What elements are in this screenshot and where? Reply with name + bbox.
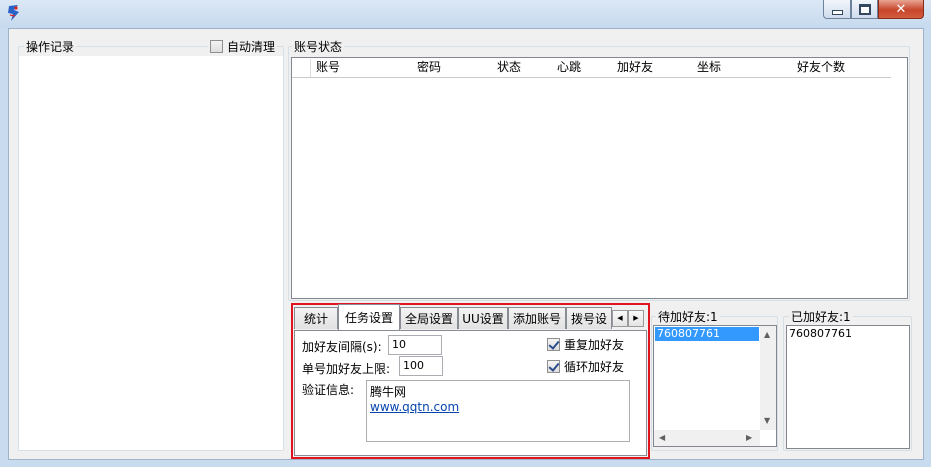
scroll-right-icon[interactable]: ▶ bbox=[746, 433, 752, 442]
arrow-left-icon: ◀ bbox=[617, 314, 623, 322]
minimize-button[interactable] bbox=[823, 0, 851, 19]
col-coordinate[interactable]: 坐标 bbox=[697, 58, 721, 76]
pending-item[interactable]: 760807761 bbox=[655, 327, 759, 341]
interval-label: 加好友间隔(s): bbox=[302, 340, 382, 354]
col-password[interactable]: 密码 bbox=[417, 58, 441, 76]
tab-strip: 统计 任务设置 全局设置 UU设置 添加账号 拨号设 ◀ ▶ bbox=[294, 304, 647, 331]
verify-link[interactable]: www.qqtn.com bbox=[370, 400, 626, 414]
pending-title: 待加好友:1 bbox=[656, 308, 720, 325]
loop-check-icon[interactable] bbox=[547, 360, 560, 373]
col-account[interactable]: 账号 bbox=[316, 58, 340, 76]
account-table[interactable]: 账号 密码 状态 心跳 加好友 坐标 好友个数 bbox=[291, 57, 908, 299]
repeat-add-checkbox[interactable]: 重复加好友 bbox=[547, 336, 624, 353]
col-heartbeat[interactable]: 心跳 bbox=[557, 58, 581, 76]
added-title: 已加好友:1 bbox=[789, 308, 853, 325]
repeat-add-label: 重复加好友 bbox=[564, 338, 625, 352]
repeat-check-icon[interactable] bbox=[547, 338, 560, 351]
interval-input[interactable]: 10 bbox=[388, 335, 442, 355]
close-icon: ✕ bbox=[895, 1, 907, 17]
window-title-bar[interactable] bbox=[0, 0, 931, 28]
verify-textarea[interactable]: 腾牛网 www.qqtn.com bbox=[366, 380, 630, 442]
tab-global-settings[interactable]: 全局设置 bbox=[400, 307, 458, 329]
tab-scroll-left-button[interactable]: ◀ bbox=[612, 310, 628, 327]
arrow-right-icon: ▶ bbox=[633, 314, 639, 322]
tab-scroll-right-button[interactable]: ▶ bbox=[628, 310, 644, 327]
scroll-up-icon[interactable]: ▲ bbox=[764, 330, 770, 339]
auto-clear-check-icon[interactable] bbox=[210, 39, 223, 53]
verify-label: 验证信息: bbox=[302, 383, 355, 397]
close-button[interactable]: ✕ bbox=[878, 0, 924, 19]
pending-hscrollbar[interactable]: ◀ ▶ bbox=[654, 430, 760, 446]
task-settings-panel: 加好友间隔(s): 10 单号加好友上限: 100 重复加好友 循环加好友 验证… bbox=[294, 330, 647, 456]
tab-statistics[interactable]: 统计 bbox=[294, 307, 338, 329]
scroll-left-icon[interactable]: ◀ bbox=[659, 433, 665, 442]
maximize-button[interactable] bbox=[851, 0, 878, 19]
pending-list[interactable]: 760807761 ▲ ▼ ◀ ▶ bbox=[653, 325, 777, 447]
loop-add-checkbox[interactable]: 循环加好友 bbox=[547, 358, 624, 375]
tab-task-settings[interactable]: 任务设置 bbox=[338, 304, 400, 330]
loop-add-label: 循环加好友 bbox=[564, 360, 625, 374]
scroll-down-icon[interactable]: ▼ bbox=[764, 416, 770, 425]
operation-log-list[interactable] bbox=[19, 56, 283, 450]
added-item[interactable]: 760807761 bbox=[789, 327, 852, 341]
tab-add-account[interactable]: 添加账号 bbox=[508, 307, 566, 329]
col-status[interactable]: 状态 bbox=[497, 58, 521, 76]
account-status-title: 账号状态 bbox=[292, 38, 345, 55]
col-add-friend[interactable]: 加好友 bbox=[617, 58, 653, 76]
added-list[interactable]: 760807761 bbox=[786, 325, 910, 449]
col-friend-count[interactable]: 好友个数 bbox=[797, 58, 845, 76]
auto-clear-checkbox[interactable]: 自动清理 bbox=[208, 38, 278, 54]
verify-line-1: 腾牛网 bbox=[370, 385, 407, 399]
auto-clear-label: 自动清理 bbox=[227, 39, 276, 54]
pending-vscrollbar[interactable]: ▲ ▼ bbox=[760, 326, 776, 430]
tab-dial-settings[interactable]: 拨号设 bbox=[566, 307, 612, 329]
account-table-header: 账号 密码 状态 心跳 加好友 坐标 好友个数 bbox=[292, 58, 891, 78]
operation-log-title: 操作记录 bbox=[24, 38, 77, 55]
app-logo-icon bbox=[6, 4, 22, 22]
limit-label: 单号加好友上限: bbox=[302, 362, 391, 376]
tab-uu-settings[interactable]: UU设置 bbox=[458, 307, 508, 329]
limit-input[interactable]: 100 bbox=[399, 356, 443, 376]
